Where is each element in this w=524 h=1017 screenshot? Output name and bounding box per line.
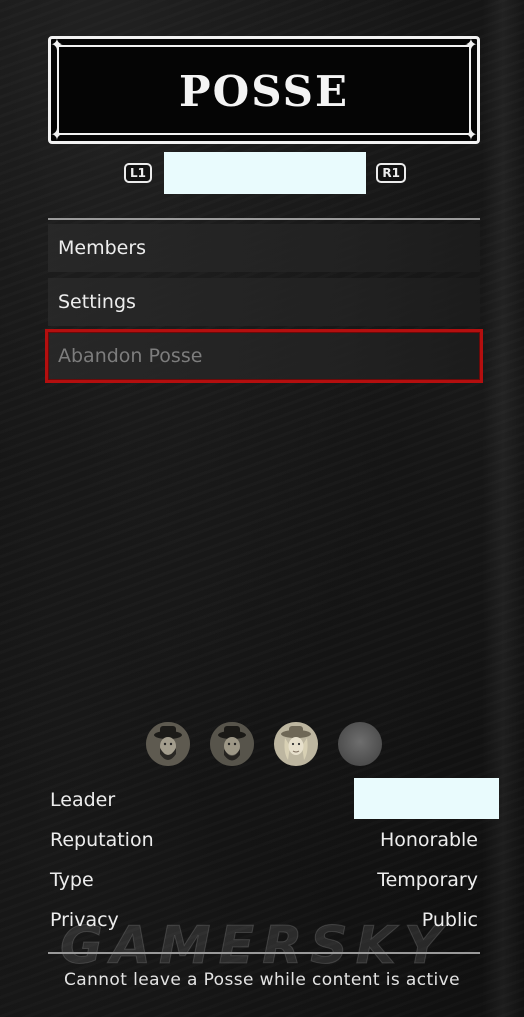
- avatar-woman-hat-icon[interactable]: [274, 722, 318, 766]
- redacted-leader-name: [354, 778, 499, 819]
- avatar-bearded-man-hat-icon[interactable]: [210, 722, 254, 766]
- ornament-corner-icon: ✦: [464, 35, 478, 54]
- info-row-leader: Leader: [50, 778, 499, 820]
- leader-label: Leader: [50, 789, 116, 811]
- info-row-reputation: Reputation Honorable: [50, 820, 478, 860]
- page-title: POSSE: [179, 67, 349, 116]
- info-row-type: Type Temporary: [50, 860, 478, 900]
- menu-item-settings[interactable]: Settings: [48, 278, 480, 326]
- bottom-divider: [48, 952, 480, 954]
- footer-note: Cannot leave a Posse while content is ac…: [63, 970, 460, 990]
- avatar-bearded-man-hat-icon[interactable]: [146, 722, 190, 766]
- empty-member-slot-icon[interactable]: [338, 722, 382, 766]
- top-divider: [48, 218, 480, 220]
- l1-bumper-button[interactable]: L1: [124, 163, 152, 183]
- ornament-corner-icon: ✦: [50, 125, 64, 144]
- reputation-value: Honorable: [379, 829, 478, 851]
- menu-item-abandon-posse[interactable]: Abandon Posse: [45, 329, 483, 383]
- posse-menu: Members Settings Abandon Posse: [45, 224, 483, 386]
- redacted-tab-title: [164, 152, 366, 194]
- menu-item-members[interactable]: Members: [48, 224, 480, 272]
- member-avatars: [146, 722, 384, 768]
- reputation-label: Reputation: [50, 829, 154, 851]
- type-label: Type: [50, 869, 94, 891]
- r1-bumper-button[interactable]: R1: [376, 163, 406, 183]
- ornament-corner-icon: ✦: [50, 35, 64, 54]
- title-frame: ✦ ✦ ✦ ✦ POSSE: [48, 36, 480, 144]
- ornament-corner-icon: ✦: [464, 125, 478, 144]
- type-value: Temporary: [377, 869, 478, 891]
- watermark: GAMERSKY: [60, 916, 450, 977]
- tab-switcher: L1 R1: [124, 152, 406, 194]
